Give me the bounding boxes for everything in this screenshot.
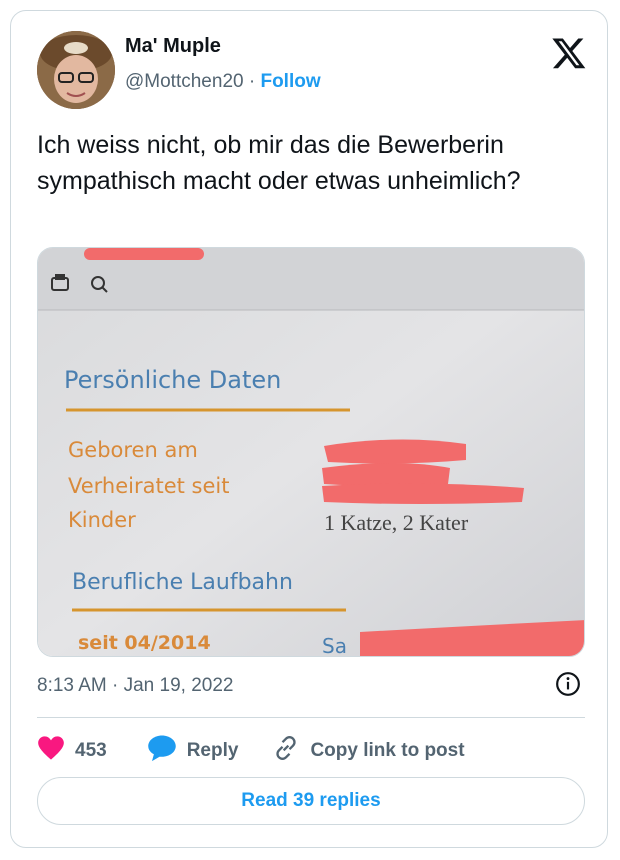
separator-dot: · xyxy=(248,71,256,92)
like-count: 453 xyxy=(75,740,107,761)
copy-link-label: Copy link to post xyxy=(310,740,465,761)
read-replies-button[interactable]: Read 39 replies xyxy=(37,777,585,825)
heart-icon xyxy=(37,735,75,767)
photo-heading-personal: Persönliche Daten xyxy=(64,366,282,394)
tweet-photo[interactable]: Persönliche Daten Geboren am Verheiratet… xyxy=(37,247,585,657)
reply-label: Reply xyxy=(186,740,239,761)
photo-label-kinder: Kinder xyxy=(68,508,136,532)
photo-label-geboren: Geboren am xyxy=(68,438,198,462)
author-handle-row: @Mottchen20 · Follow xyxy=(125,71,321,93)
tweet-text: Ich weiss nicht, ob mir das die Bewerber… xyxy=(37,131,521,195)
timestamp[interactable]: 8:13 AM · Jan 19, 2022 xyxy=(37,675,233,697)
action-bar: 453 Reply Copy link to post xyxy=(37,731,465,771)
info-icon[interactable] xyxy=(555,671,581,697)
link-icon xyxy=(272,734,310,768)
divider xyxy=(37,717,585,718)
follow-button[interactable]: Follow xyxy=(260,71,320,92)
tweet-card: Ma' Muple @Mottchen20 · Follow Ich weiss… xyxy=(10,10,608,848)
photo-value-kinder: 1 Katze, 2 Kater xyxy=(324,510,469,535)
like-button[interactable]: 453 xyxy=(37,735,107,767)
reply-button[interactable]: Reply xyxy=(147,734,239,768)
photo-label-seit: seit 04/2014 xyxy=(78,632,211,654)
copy-link-button[interactable]: Copy link to post xyxy=(272,734,465,768)
author-handle[interactable]: @Mottchen20 xyxy=(125,71,244,92)
reply-bubble-icon xyxy=(147,734,187,768)
avatar[interactable] xyxy=(37,31,115,109)
author-name[interactable]: Ma' Muple xyxy=(125,35,221,58)
photo-heading-career: Berufliche Laufbahn xyxy=(72,570,293,595)
x-logo-icon[interactable] xyxy=(551,35,587,71)
photo-label-verheiratet: Verheiratet seit xyxy=(68,474,230,498)
photo-value-seit: Sa xyxy=(322,634,347,657)
